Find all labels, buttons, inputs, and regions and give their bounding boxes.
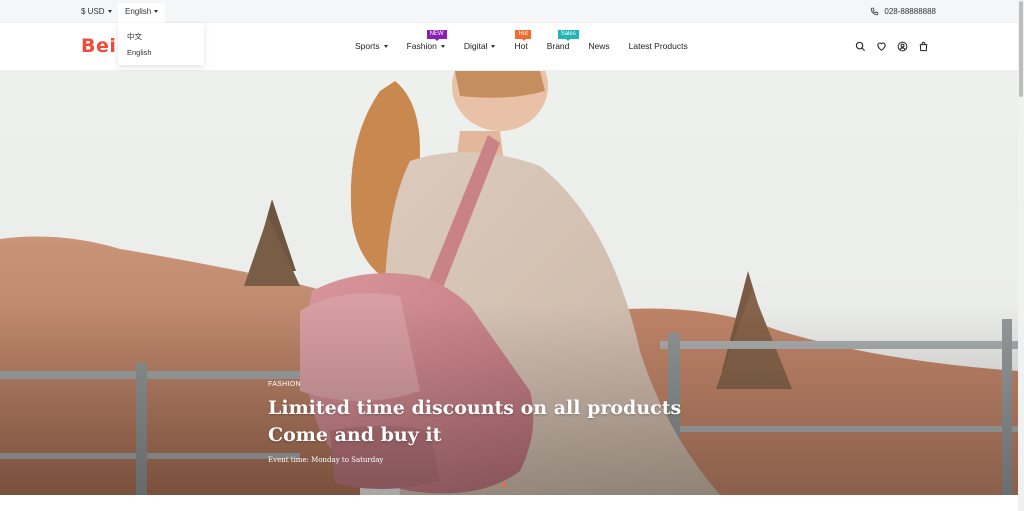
nav-latest-products[interactable]: Latest Products [629, 41, 688, 51]
page-scrollbar[interactable] [1018, 0, 1024, 511]
nav-label: Fashion [406, 41, 437, 51]
hero-title-line1: Limited time discounts on all products [268, 397, 682, 419]
nav-fashion[interactable]: NEW Fashion [406, 30, 447, 51]
hot-badge: Hot [515, 30, 531, 41]
new-badge: NEW [426, 30, 447, 41]
language-dropdown: 中文 English [118, 23, 204, 65]
language-selector[interactable]: English [118, 3, 166, 23]
hero-caption: FASHION Limited time discounts on all pr… [268, 381, 681, 464]
nav-hot[interactable]: Hot Hot [514, 30, 531, 51]
nav-label: Hot [514, 41, 528, 51]
phone-contact: 028-88888888 [870, 7, 936, 16]
language-option-english[interactable]: English [118, 48, 204, 65]
main-nav: Sports NEW Fashion Digital Hot Hot Sales… [355, 30, 707, 51]
scrollbar-thumb[interactable] [1019, 1, 1023, 97]
nav-label: Latest Products [628, 41, 688, 51]
hero-tag: FASHION [268, 381, 301, 388]
nav-news[interactable]: News [588, 41, 609, 51]
phone-icon [871, 7, 879, 16]
heart-icon[interactable] [876, 41, 888, 53]
language-option-chinese[interactable]: 中文 [118, 31, 204, 48]
nav-digital[interactable]: Digital [464, 41, 496, 51]
nav-label: Sports [355, 41, 380, 51]
phone-number: 028-88888888 [884, 7, 936, 16]
currency-selector[interactable]: $ USD [81, 7, 112, 16]
slider-dot-active[interactable] [502, 483, 506, 487]
chevron-down-icon [440, 44, 445, 48]
chevron-down-icon [383, 44, 388, 48]
chevron-down-icon [107, 10, 112, 13]
nav-label: News [588, 41, 610, 51]
header-actions [855, 41, 930, 53]
cart-icon[interactable] [918, 41, 930, 53]
user-icon[interactable] [897, 41, 909, 53]
nav-label: Digital [463, 41, 488, 51]
nav-sports[interactable]: Sports [355, 41, 388, 51]
nav-label: Brand [546, 41, 570, 51]
chevron-down-icon [491, 44, 496, 48]
search-icon[interactable] [855, 41, 867, 53]
hero-title-line2: Come and buy it [268, 424, 442, 446]
language-label: English [125, 7, 152, 16]
sales-badge: Sales [557, 30, 579, 41]
chevron-down-icon [154, 10, 159, 13]
nav-brand[interactable]: Sales Brand [546, 30, 579, 51]
top-bar: $ USD English 028-88888888 [0, 0, 1018, 23]
hero-event-time: Event time: Monday to Saturday [268, 456, 384, 464]
currency-label: $ USD [81, 7, 105, 16]
